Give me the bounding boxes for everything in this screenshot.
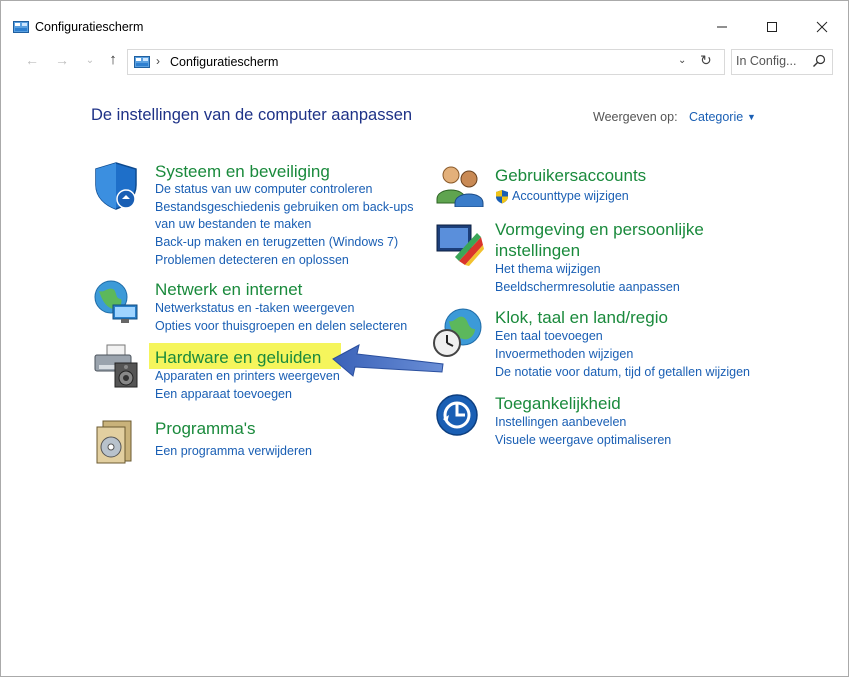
close-button[interactable] [807,15,837,39]
accessibility-icon[interactable] [435,393,479,437]
link-change-theme[interactable]: Het thema wijzigen [495,261,601,278]
link-homegroup-options[interactable]: Opties voor thuisgroepen en delen select… [155,318,407,335]
link-change-account-type[interactable]: Accounttype wijzigen [512,188,629,205]
control-panel-icon [134,56,150,68]
minimize-button[interactable] [707,15,737,39]
maximize-button[interactable] [757,15,787,39]
title-bar: Configuratiescherm [1,1,848,41]
users-icon[interactable] [435,163,485,207]
recent-locations-chevron-icon[interactable]: ⌄ [81,55,99,66]
window-title: Configuratiescherm [35,20,144,34]
category-title-appearance[interactable]: Vormgeving en persoonlijke [495,219,704,240]
minimize-icon [717,26,727,28]
up-arrow-icon[interactable]: ↑ [104,51,122,68]
search-box[interactable] [731,49,833,75]
link-optimize-visual-display[interactable]: Visuele weergave optimaliseren [495,432,671,449]
category-title-user-accounts[interactable]: Gebruikersaccounts [495,165,646,186]
uac-shield-icon [496,190,508,204]
close-icon [816,21,828,33]
refresh-icon[interactable]: ↻ [700,52,712,69]
forward-arrow-icon[interactable]: → [53,52,71,68]
back-arrow-icon[interactable]: ← [23,52,41,68]
appearance-icon[interactable] [435,219,485,267]
maximize-icon [767,22,777,32]
link-file-history-cont[interactable]: van uw bestanden te maken [155,216,311,233]
link-adjust-resolution[interactable]: Beeldschermresolutie aanpassen [495,279,680,296]
link-network-status[interactable]: Netwerkstatus en -taken weergeven [155,300,354,317]
view-by-dropdown[interactable]: Categorie [689,110,743,124]
link-file-history[interactable]: Bestandsgeschiedenis gebruiken om back-u… [155,199,414,216]
link-add-language[interactable]: Een taal toevoegen [495,328,603,345]
link-add-device[interactable]: Een apparaat toevoegen [155,386,292,403]
control-panel-window: Configuratiescherm ← → ⌄ ↑ › Configurati… [0,0,849,677]
search-input[interactable] [736,53,808,69]
category-title-clock-region[interactable]: Klok, taal en land/regio [495,307,668,328]
clock-globe-icon[interactable] [433,307,483,359]
control-panel-icon [13,21,29,33]
category-title-network-internet[interactable]: Netwerk en internet [155,279,302,300]
breadcrumb[interactable]: Configuratiescherm [170,55,278,69]
category-title-hardware-sound[interactable]: Hardware en geluiden [155,347,321,368]
breadcrumb-separator-icon[interactable]: › [156,54,160,68]
network-globe-icon[interactable] [93,279,141,327]
link-troubleshoot[interactable]: Problemen detecteren en oplossen [155,252,349,269]
shield-icon[interactable] [93,161,139,211]
category-title-appearance-cont[interactable]: instellingen [495,240,580,261]
programs-icon[interactable] [93,417,135,465]
category-title-programs[interactable]: Programma's [155,418,256,439]
link-uninstall-program[interactable]: Een programma verwijderen [155,443,312,460]
address-bar[interactable]: › Configuratiescherm ⌄ ↻ [127,49,725,75]
link-devices-printers[interactable]: Apparaten en printers weergeven [155,368,340,385]
view-by-caret-icon[interactable]: ▼ [747,112,756,122]
link-change-input-methods[interactable]: Invoermethoden wijzigen [495,346,633,363]
link-change-formats[interactable]: De notatie voor datum, tijd of getallen … [495,364,750,381]
view-by-label: Weergeven op: [593,110,678,124]
category-title-accessibility[interactable]: Toegankelijkheid [495,393,621,414]
link-backup-restore[interactable]: Back-up maken en terugzetten (Windows 7) [155,234,398,251]
printer-speaker-icon[interactable] [93,343,139,389]
category-title-system-security[interactable]: Systeem en beveiliging [155,161,330,182]
page-title: De instellingen van de computer aanpasse… [91,106,413,124]
address-dropdown-chevron-icon[interactable]: ⌄ [678,55,686,66]
navigation-bar: ← → ⌄ ↑ › Configuratiescherm ⌄ ↻ [1,49,848,75]
link-check-computer-status[interactable]: De status van uw computer controleren [155,181,372,198]
search-icon[interactable] [812,54,826,68]
link-recommended-settings[interactable]: Instellingen aanbevelen [495,414,626,431]
